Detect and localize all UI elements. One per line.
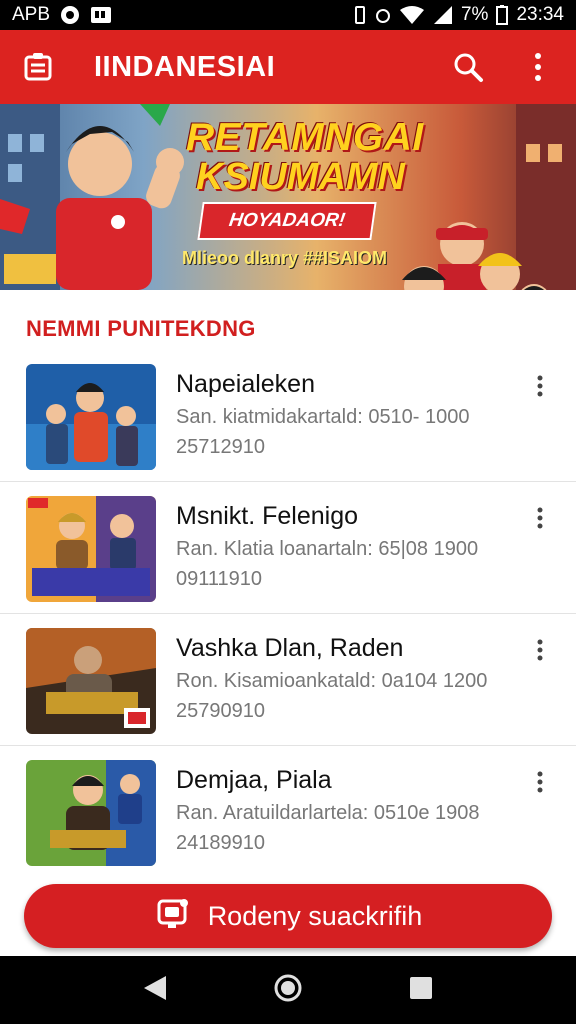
overflow-menu-icon[interactable] (518, 47, 558, 87)
system-nav-bar (0, 956, 576, 1024)
content-list: Napeialeken San. kiatmidakartald: 0510- … (0, 350, 576, 878)
list-item-code: 25790910 (176, 700, 265, 722)
status-bar: APB 7% 23:34 (0, 0, 576, 30)
alarm-icon (375, 5, 391, 25)
banner-headline-2: KSIUMAMN (196, 156, 405, 198)
list-item-meta: San. kiatmidakartald: 0510- 1000 (176, 406, 470, 428)
section-title: NEMMI PUNITEKDNG (26, 316, 256, 341)
list-item[interactable]: Napeialeken San. kiatmidakartald: 0510- … (0, 350, 576, 482)
battery-icon (496, 5, 509, 25)
list-item-code: 25712910 (176, 436, 265, 458)
cta-icon (154, 895, 190, 938)
clock: 23:34 (516, 4, 564, 25)
more-options-icon[interactable] (528, 638, 552, 662)
notification-circle-icon (60, 5, 80, 25)
cta-label: Rodeny suackrifih (207, 900, 423, 931)
list-item-title: Demjaa, Piala (176, 766, 332, 794)
signal-icon (433, 5, 453, 25)
list-item[interactable]: Msnikt. Felenigo Ran. Klatia loanartaln:… (0, 482, 576, 614)
search-icon[interactable] (448, 47, 488, 87)
list-item-title: Vashka Dlan, Raden (176, 634, 404, 662)
app-bar: IINDANESIAI (0, 30, 576, 104)
banner-ribbon: HOYADAOR! (197, 202, 377, 240)
wifi-icon (399, 5, 425, 25)
list-item-meta: Ran. Klatia loanartaln: 65|08 1900 (176, 538, 479, 560)
app-title: IINDANESIAI (94, 50, 276, 83)
list-item-thumbnail (26, 628, 156, 734)
list-item-thumbnail (26, 760, 156, 866)
list-item-meta: Ron. Kisamioankatald: 0a104 1200 (176, 670, 488, 692)
more-options-icon[interactable] (528, 770, 552, 794)
battery-percent: 7% (460, 4, 489, 25)
more-options-icon[interactable] (528, 374, 552, 398)
back-icon[interactable] (142, 974, 168, 1007)
vibrate-icon (353, 5, 367, 25)
more-options-icon[interactable] (528, 506, 552, 530)
list-item-title: Msnikt. Felenigo (176, 502, 359, 530)
banner-headline-1: RETAMNGAI (186, 116, 424, 159)
banner-subtitle: Mlieoo dlanry ##ISAIOM (182, 248, 388, 268)
list-item-code: 09111910 (176, 568, 263, 590)
message-icon (90, 6, 112, 24)
list-item[interactable]: Vashka Dlan, Raden Ron. Kisamioankatald:… (0, 614, 576, 746)
list-item-thumbnail (26, 364, 156, 470)
recents-icon[interactable] (408, 975, 434, 1006)
list-item-title: Napeialeken (176, 370, 315, 398)
list-item-meta: Ran. Aratuildarlartela: 0510e 1908 (176, 802, 480, 824)
home-icon[interactable] (273, 973, 303, 1008)
list-item-code: 24189910 (176, 832, 265, 854)
list-item-thumbnail (26, 496, 156, 602)
promo-banner[interactable]: RETAMNGAI KSIUMAMN HOYADAOR! Mlieoo dlan… (0, 104, 576, 290)
carrier-label: APB (12, 4, 51, 25)
menu-clipboard-icon[interactable] (18, 47, 58, 87)
primary-action-button[interactable]: Rodeny suackrifih (24, 884, 552, 948)
list-item[interactable]: Demjaa, Piala Ran. Aratuildarlartela: 05… (0, 746, 576, 878)
